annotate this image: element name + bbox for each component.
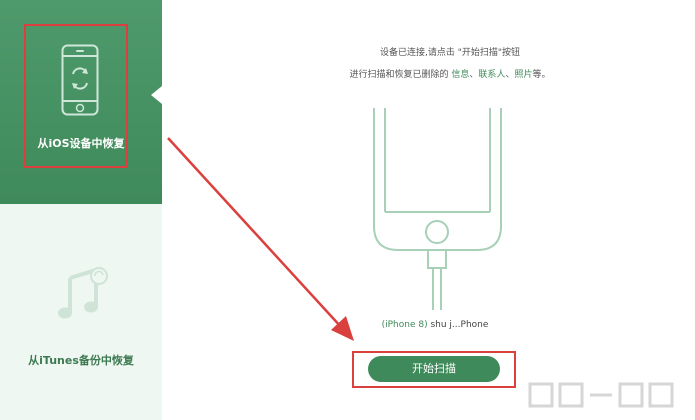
active-tab-pointer	[151, 86, 162, 104]
device-info: (iPhone 8) shu j...Phone	[260, 320, 610, 330]
info-link: 信息	[451, 70, 470, 80]
instruction-line-1: 设备已连接,请点击 "开始扫描"按钮	[379, 48, 521, 58]
sidebar-item-label: 从iTunes备份中恢复	[28, 354, 134, 367]
sidebar-item-itunes-backup[interactable]: 从iTunes备份中恢复	[0, 204, 162, 420]
highlight-box	[352, 351, 516, 388]
highlight-box	[24, 24, 128, 168]
music-note-icon	[58, 267, 108, 319]
watermark	[528, 378, 688, 412]
instruction-line-2: 进行扫描和恢复已删除的 信息、联系人、照片等。	[349, 70, 551, 80]
contacts-link: 联系人	[478, 70, 506, 80]
device-model: (iPhone 8)	[381, 320, 428, 330]
connected-phone-illustration	[373, 108, 502, 310]
photos-link: 照片	[514, 70, 533, 80]
device-name: shu j...Phone	[427, 320, 489, 330]
